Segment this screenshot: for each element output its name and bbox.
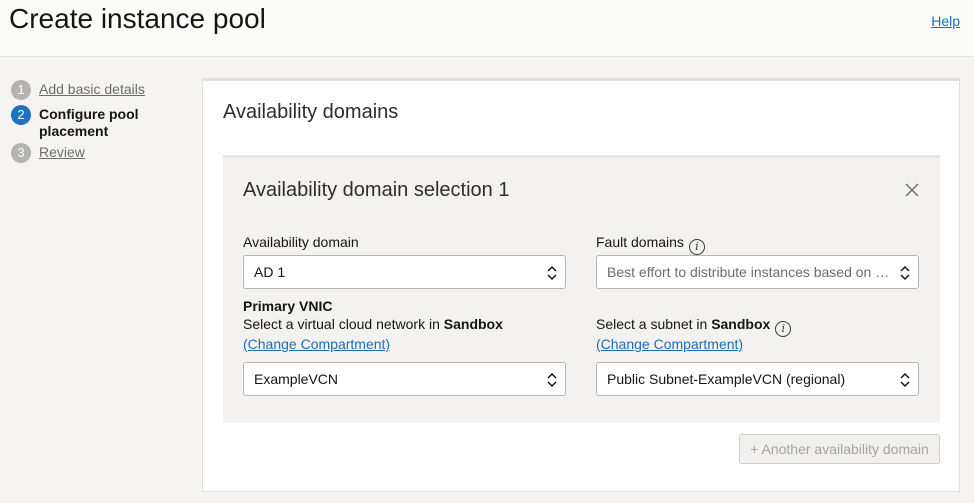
primary-vnic-heading: Primary VNIC	[243, 298, 333, 314]
step-label-configure-pool-placement: Configure pool placement	[39, 106, 139, 139]
placement-panel: Availability domains Availability domain…	[202, 78, 960, 492]
info-icon[interactable]: i	[775, 321, 792, 337]
fault-domains-select[interactable]: Best effort to distribute instances base…	[596, 255, 919, 289]
fault-domains-label-text: Fault domains	[596, 234, 684, 250]
vcn-value: ExampleVCN	[254, 371, 339, 387]
subnet-select[interactable]: Public Subnet-ExampleVCN (regional)	[596, 362, 919, 396]
step-label-add-basic-details[interactable]: Add basic details	[39, 81, 145, 98]
step-add-basic-details[interactable]: 1 Add basic details	[11, 80, 191, 100]
availability-domain-label: Availability domain	[243, 234, 359, 250]
select-arrows-icon	[900, 372, 910, 388]
subnet-compartment-name: Sandbox	[711, 316, 771, 332]
select-arrows-icon	[547, 372, 557, 388]
help-link[interactable]: Help	[931, 13, 960, 29]
page-title: Create instance pool	[9, 3, 266, 34]
subnet-change-compartment-link[interactable]: (Change Compartment)	[596, 336, 743, 352]
page-header: Create instance pool Help	[0, 0, 974, 57]
availability-domain-value: AD 1	[254, 264, 286, 280]
step-configure-pool-placement: 2 Configure pool placement	[11, 105, 191, 140]
availability-domain-card: Availability domain selection 1 Availabi…	[223, 155, 940, 423]
select-arrows-icon	[547, 265, 557, 281]
fault-domains-label: Fault domains i	[596, 234, 705, 255]
card-title: Availability domain selection 1	[243, 179, 510, 201]
wizard-steps: 1 Add basic details 2 Configure pool pla…	[11, 80, 191, 168]
fault-domains-placeholder: Best effort to distribute instances base…	[607, 264, 890, 280]
step-number-2: 2	[11, 105, 31, 125]
step-number-1: 1	[11, 80, 31, 100]
step-label-review[interactable]: Review	[39, 144, 85, 161]
subnet-value: Public Subnet-ExampleVCN (regional)	[607, 371, 846, 387]
subnet-label: Select a subnet in Sandbox i	[596, 316, 792, 337]
panel-title: Availability domains	[223, 101, 399, 123]
step-review[interactable]: 3 Review	[11, 143, 191, 163]
vcn-select[interactable]: ExampleVCN	[243, 362, 566, 396]
vcn-change-compartment-link[interactable]: (Change Compartment)	[243, 336, 390, 352]
vcn-compartment-name: Sandbox	[443, 316, 503, 332]
vcn-label-prefix: Select a virtual cloud network in	[243, 316, 444, 332]
select-arrows-icon	[900, 265, 910, 281]
step-number-3: 3	[11, 143, 31, 163]
availability-domain-select[interactable]: AD 1	[243, 255, 566, 289]
add-availability-domain-button[interactable]: + Another availability domain	[739, 434, 940, 464]
subnet-label-prefix: Select a subnet in	[596, 316, 712, 332]
close-icon[interactable]	[904, 182, 920, 198]
info-icon[interactable]: i	[688, 239, 705, 255]
vcn-label: Select a virtual cloud network in Sandbo…	[243, 316, 503, 332]
